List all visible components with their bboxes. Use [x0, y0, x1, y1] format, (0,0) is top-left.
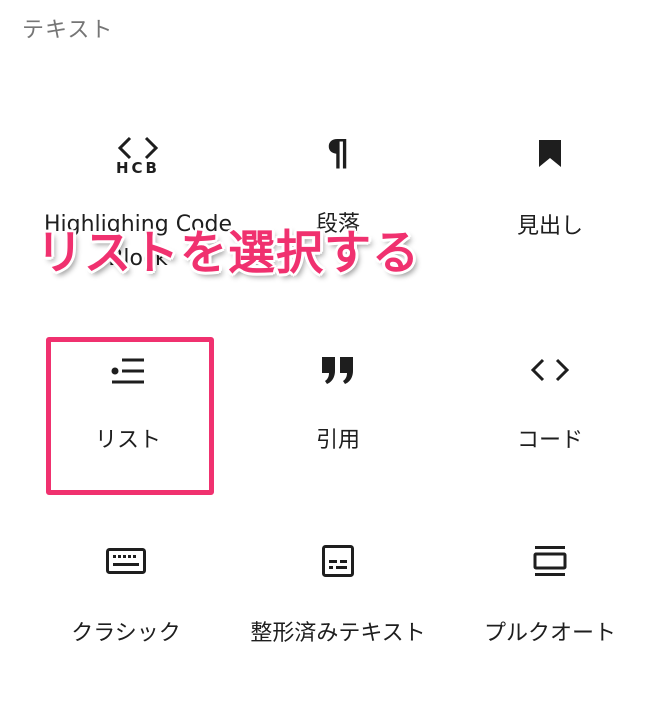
- block-preformatted[interactable]: 整形済みテキスト: [228, 535, 448, 725]
- pilcrow-icon: ¶: [326, 133, 350, 174]
- block-label: プルクオート: [483, 621, 616, 646]
- keyboard-icon: [16, 543, 236, 579]
- annotation-caption: リストを選択する: [36, 226, 420, 281]
- block-label: 引用: [315, 428, 360, 453]
- hcb-code-icon: HCB: [28, 130, 248, 180]
- block-label: クラシック: [71, 621, 181, 646]
- code-icon: [440, 350, 660, 390]
- bookmark-icon: [440, 132, 660, 176]
- block-label: 整形済みテキスト: [250, 621, 426, 646]
- preformatted-icon: [228, 541, 448, 581]
- block-label: コード: [516, 428, 583, 453]
- block-pullquote[interactable]: プルクオート: [440, 535, 660, 725]
- pullquote-icon: [440, 541, 660, 581]
- block-code[interactable]: コード: [440, 340, 660, 530]
- block-quote[interactable]: 引用: [228, 340, 448, 530]
- section-title: テキスト: [22, 18, 114, 43]
- block-heading[interactable]: 見出し: [440, 110, 660, 300]
- highlight-frame: [46, 337, 214, 495]
- quote-icon: [228, 350, 448, 390]
- block-label: 見出し: [516, 214, 583, 239]
- block-classic[interactable]: クラシック: [16, 535, 236, 725]
